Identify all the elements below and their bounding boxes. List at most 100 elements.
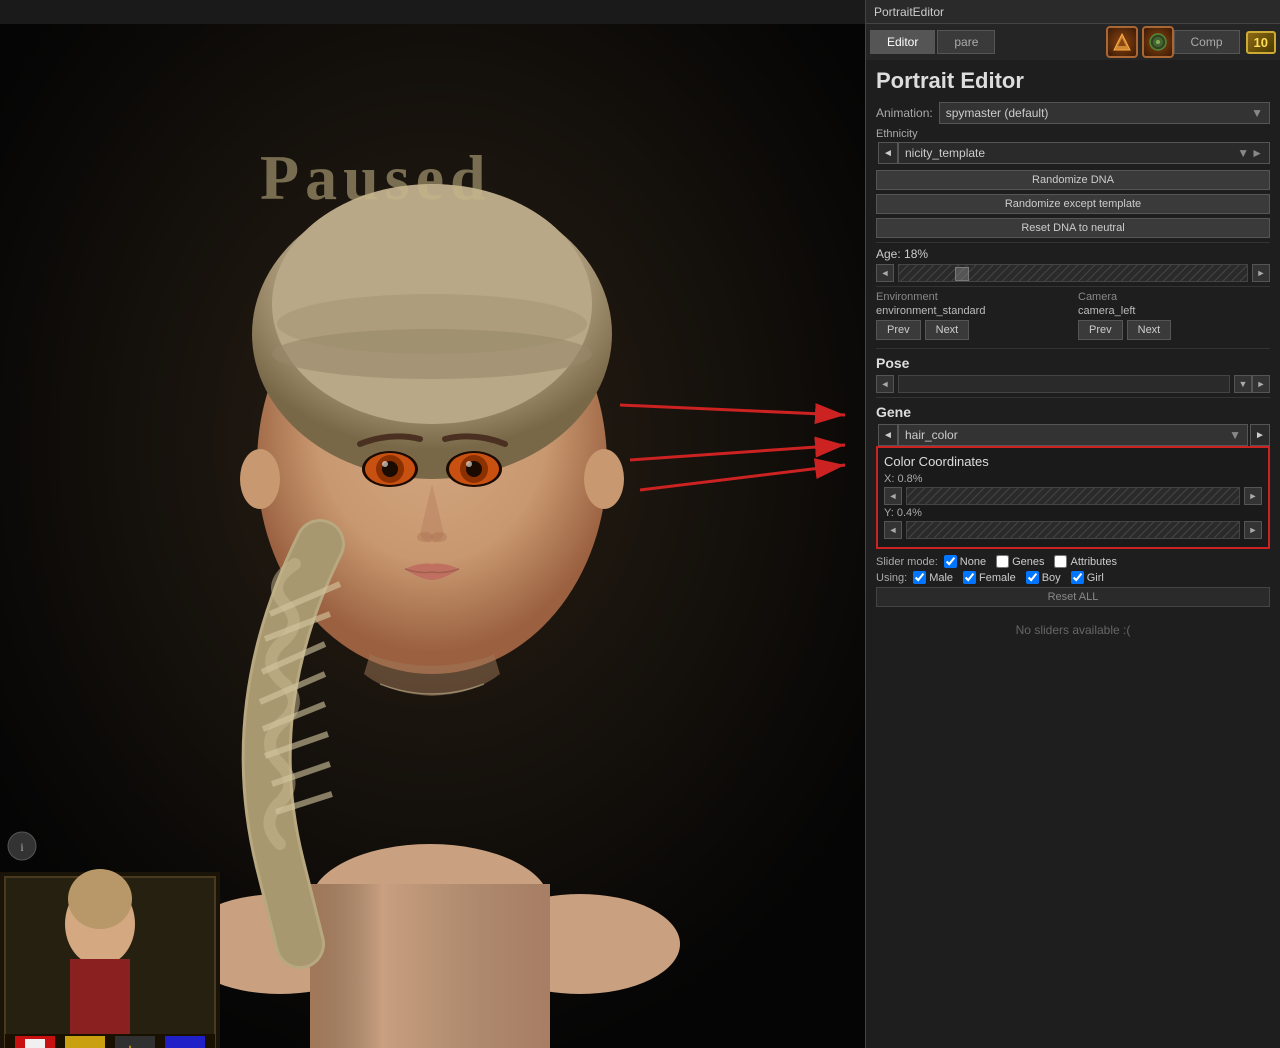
ethnicity-dropdown-arrow: ▼ <box>1237 146 1249 160</box>
gene-dropdown-row: ◄ hair_color ▼ ► <box>876 424 1270 446</box>
cam-next-button[interactable]: Next <box>1127 320 1172 340</box>
pose-header: Pose <box>876 355 1270 371</box>
using-row: Using: Male Female Boy Girl <box>876 571 1270 584</box>
ethnicity-label: Ethnicity <box>876 128 1270 140</box>
age-slider-right[interactable]: ► <box>1252 264 1270 282</box>
x-slider-track[interactable] <box>906 487 1240 505</box>
pose-slider-container: ◄ ▼ ► <box>876 375 1270 393</box>
reset-dna-button[interactable]: Reset DNA to neutral <box>876 218 1270 238</box>
slider-mode-row: Slider mode: None Genes Attributes <box>876 555 1270 568</box>
level-badge: 10 <box>1246 31 1276 54</box>
color-coordinates-box: Color Coordinates X: 0.8% ◄ ► Y: 0.4% ◄ <box>876 446 1270 549</box>
ethnicity-next-arrow: ► <box>1251 146 1263 160</box>
gene-dropdown[interactable]: hair_color ▼ <box>898 424 1248 446</box>
randomize-except-button[interactable]: Randomize except template <box>876 194 1270 214</box>
reset-all-button[interactable]: Reset ALL <box>876 587 1270 607</box>
age-slider-container: ◄ ► <box>876 264 1270 282</box>
y-slider-right[interactable]: ► <box>1244 521 1262 539</box>
slider-mode-label: Slider mode: <box>876 556 938 568</box>
divider-1 <box>876 242 1270 243</box>
slider-mode-none-label: None <box>960 556 986 568</box>
using-girl-checkbox[interactable] <box>1071 571 1084 584</box>
slider-mode-attributes-label: Attributes <box>1070 556 1116 568</box>
slider-mode-attributes[interactable]: Attributes <box>1054 555 1116 568</box>
portrait-editor-title-bar-label: PortraitEditor <box>874 5 944 19</box>
gene-value: hair_color <box>905 428 958 442</box>
portrait-area: PortraitViewer × <box>0 24 865 1048</box>
x-coord-slider: ◄ ► <box>884 487 1262 505</box>
y-slider-left[interactable]: ◄ <box>884 521 902 539</box>
pose-slider-left[interactable]: ◄ <box>876 375 894 393</box>
environment-nav: Prev Next <box>876 320 1068 344</box>
using-female-checkbox[interactable] <box>963 571 976 584</box>
using-girl[interactable]: Girl <box>1071 571 1104 584</box>
ethnicity-prev-arrow[interactable]: ◄ <box>878 142 898 164</box>
ethnicity-dropdown[interactable]: nicity_template ▼ ► <box>898 142 1270 164</box>
env-prev-button[interactable]: Prev <box>876 320 921 340</box>
divider-2 <box>876 286 1270 287</box>
using-female[interactable]: Female <box>963 571 1016 584</box>
y-coord-slider: ◄ ► <box>884 521 1262 539</box>
animation-dropdown-arrow: ▼ <box>1251 106 1263 120</box>
camera-label: Camera <box>1078 291 1270 303</box>
using-boy-checkbox[interactable] <box>1026 571 1039 584</box>
using-male-label: Male <box>929 572 953 584</box>
y-slider-track[interactable] <box>906 521 1240 539</box>
editor-content: Portrait Editor Animation: spymaster (de… <box>866 60 1280 645</box>
dna-buttons: Randomize DNA Randomize except template … <box>876 170 1270 238</box>
x-coord-label: X: 0.8% <box>884 473 1262 485</box>
no-sliders-text: No sliders available :( <box>876 623 1270 637</box>
y-coord-label: Y: 0.4% <box>884 507 1262 519</box>
tab-pare[interactable]: pare <box>937 30 995 54</box>
using-male[interactable]: Male <box>913 571 953 584</box>
divider-3 <box>876 348 1270 349</box>
camera-value: camera_left <box>1078 305 1270 317</box>
animation-row: Animation: spymaster (default) ▼ <box>876 102 1270 124</box>
using-girl-label: Girl <box>1087 572 1104 584</box>
icon-btn-2[interactable] <box>1142 26 1174 58</box>
gene-prev-arrow[interactable]: ◄ <box>878 424 898 446</box>
using-male-checkbox[interactable] <box>913 571 926 584</box>
slider-mode-genes-checkbox[interactable] <box>996 555 1009 568</box>
age-slider-track[interactable] <box>898 264 1248 282</box>
environment-label: Environment <box>876 291 1068 303</box>
using-female-label: Female <box>979 572 1016 584</box>
tab-comp[interactable]: Comp <box>1174 30 1240 54</box>
randomize-dna-button[interactable]: Randomize DNA <box>876 170 1270 190</box>
age-slider-left[interactable]: ◄ <box>876 264 894 282</box>
pose-dropdown-arrow[interactable]: ▼ <box>1234 375 1252 393</box>
using-boy-label: Boy <box>1042 572 1061 584</box>
animation-value: spymaster (default) <box>946 106 1049 120</box>
x-slider-right[interactable]: ► <box>1244 487 1262 505</box>
gene-header: Gene <box>876 404 1270 420</box>
env-camera-row: Environment environment_standard Prev Ne… <box>876 291 1270 344</box>
ethnicity-row: ◄ nicity_template ▼ ► <box>876 142 1270 164</box>
slider-mode-attributes-checkbox[interactable] <box>1054 555 1067 568</box>
animation-dropdown[interactable]: spymaster (default) ▼ <box>939 102 1270 124</box>
env-next-button[interactable]: Next <box>925 320 970 340</box>
right-title-bar: PortraitEditor <box>866 0 1280 24</box>
cam-prev-button[interactable]: Prev <box>1078 320 1123 340</box>
icon-btn-1[interactable] <box>1106 26 1138 58</box>
ethnicity-value: nicity_template <box>905 146 985 160</box>
environment-box: Environment environment_standard Prev Ne… <box>876 291 1068 344</box>
x-slider-left[interactable]: ◄ <box>884 487 902 505</box>
gene-next-arrow[interactable]: ► <box>1250 424 1270 446</box>
pose-slider-right[interactable]: ► <box>1252 375 1270 393</box>
slider-mode-genes-label: Genes <box>1012 556 1044 568</box>
slider-mode-none-checkbox[interactable] <box>944 555 957 568</box>
using-label: Using: <box>876 572 907 584</box>
camera-box: Camera camera_left Prev Next <box>1078 291 1270 344</box>
slider-mode-genes[interactable]: Genes <box>996 555 1044 568</box>
camera-nav: Prev Next <box>1078 320 1270 344</box>
age-label: Age: 18% <box>876 247 1270 261</box>
pose-slider-track[interactable] <box>898 375 1230 393</box>
editor-main-title: Portrait Editor <box>876 68 1270 94</box>
tab-editor[interactable]: Editor <box>870 30 935 54</box>
slider-mode-none[interactable]: None <box>944 555 986 568</box>
gene-dropdown-arrow-icon: ▼ <box>1229 428 1241 442</box>
color-coords-title: Color Coordinates <box>884 454 1262 469</box>
portrait-canvas: Paused ✝ i <box>0 24 865 1048</box>
tabs-container: Editor pare Comp 10 <box>866 24 1280 60</box>
using-boy[interactable]: Boy <box>1026 571 1061 584</box>
